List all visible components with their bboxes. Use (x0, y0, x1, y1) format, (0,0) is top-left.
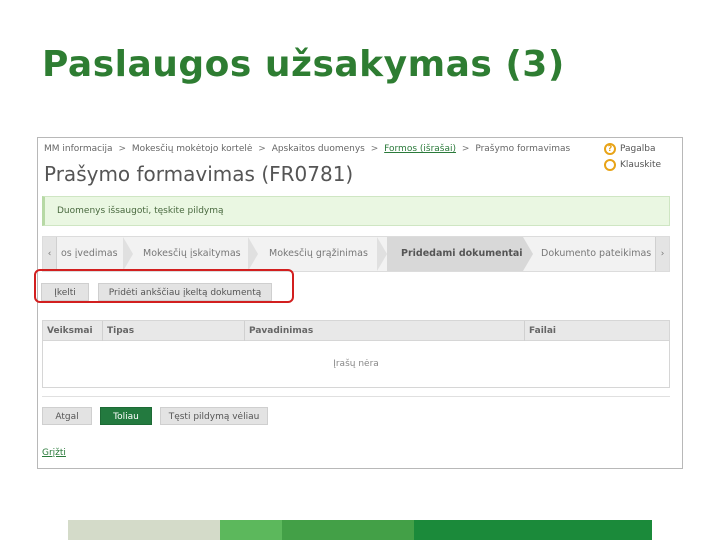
wizard-divider (523, 237, 533, 271)
column-name[interactable]: Pavadinimas (245, 321, 525, 341)
wizard-divider (248, 237, 258, 271)
question-icon: ? (604, 143, 616, 155)
help-label: Pagalba (620, 144, 656, 154)
help-links: ? Pagalba Klauskite (604, 141, 661, 173)
breadcrumb-item-current: Prašymo formavimas (475, 144, 571, 154)
wizard-step-refund[interactable]: Mokesčių grąžinimas (269, 237, 379, 271)
breadcrumb: MM informacija > Mokesčių mokėtojo korte… (44, 144, 570, 154)
divider (42, 396, 670, 397)
wizard-steps: ‹ os įvedimas Mokesčių įskaitymas Mokesč… (42, 236, 670, 272)
footer-bar-segment (414, 520, 652, 540)
column-type[interactable]: Tipas (103, 321, 245, 341)
ask-link[interactable]: Klauskite (604, 157, 661, 173)
breadcrumb-item-taxpayer-card[interactable]: Mokesčių mokėtojo kortelė (132, 144, 253, 154)
empty-table-message: Įrašų nėra (333, 359, 379, 369)
continue-later-button[interactable]: Tęsti pildymą vėliau (160, 407, 268, 425)
wizard-step-offset[interactable]: Mokesčių įskaitymas (143, 237, 253, 271)
breadcrumb-separator: > (118, 144, 126, 154)
breadcrumb-item-mm-info[interactable]: MM informacija (44, 144, 113, 154)
success-notice: Duomenys išsaugoti, tęskite pildymą (42, 196, 670, 226)
breadcrumb-separator: > (258, 144, 266, 154)
next-button[interactable]: Toliau (100, 407, 152, 425)
footer-bar-segment (220, 520, 282, 540)
ring-icon (604, 159, 616, 171)
wizard-step-entry[interactable]: os įvedimas (61, 237, 125, 271)
footer-bar-segment (282, 520, 414, 540)
breadcrumb-item-forms[interactable]: Formos (išrašai) (384, 144, 456, 154)
breadcrumb-separator: > (370, 144, 379, 154)
wizard-divider (123, 237, 133, 271)
wizard-prev-arrow[interactable]: ‹ (43, 237, 57, 271)
footer-bar-segment (68, 520, 220, 540)
column-actions[interactable]: Veiksmai (43, 321, 103, 341)
wizard-next-arrow[interactable]: › (655, 237, 669, 271)
column-files[interactable]: Failai (525, 321, 669, 341)
help-link[interactable]: ? Pagalba (604, 141, 661, 157)
page-title: Prašymo formavimas (FR0781) (44, 162, 354, 186)
highlight-box (34, 269, 294, 303)
wizard-divider (377, 237, 387, 271)
breadcrumb-separator: > (461, 144, 470, 154)
breadcrumb-item-accounting[interactable]: Apskaitos duomenys (272, 144, 365, 154)
wizard-step-documents[interactable]: Pridedami dokumentai (387, 237, 523, 271)
back-button[interactable]: Atgal (42, 407, 92, 425)
table-header: Veiksmai Tipas Pavadinimas Failai (43, 321, 669, 341)
slide-title: Paslaugos užsakymas (3) (42, 44, 565, 85)
return-link[interactable]: Grįžti (42, 448, 66, 458)
documents-table: Veiksmai Tipas Pavadinimas Failai Įrašų … (42, 320, 670, 388)
wizard-step-submit[interactable]: Dokumento pateikimas (541, 237, 653, 271)
ask-label: Klauskite (620, 160, 662, 170)
